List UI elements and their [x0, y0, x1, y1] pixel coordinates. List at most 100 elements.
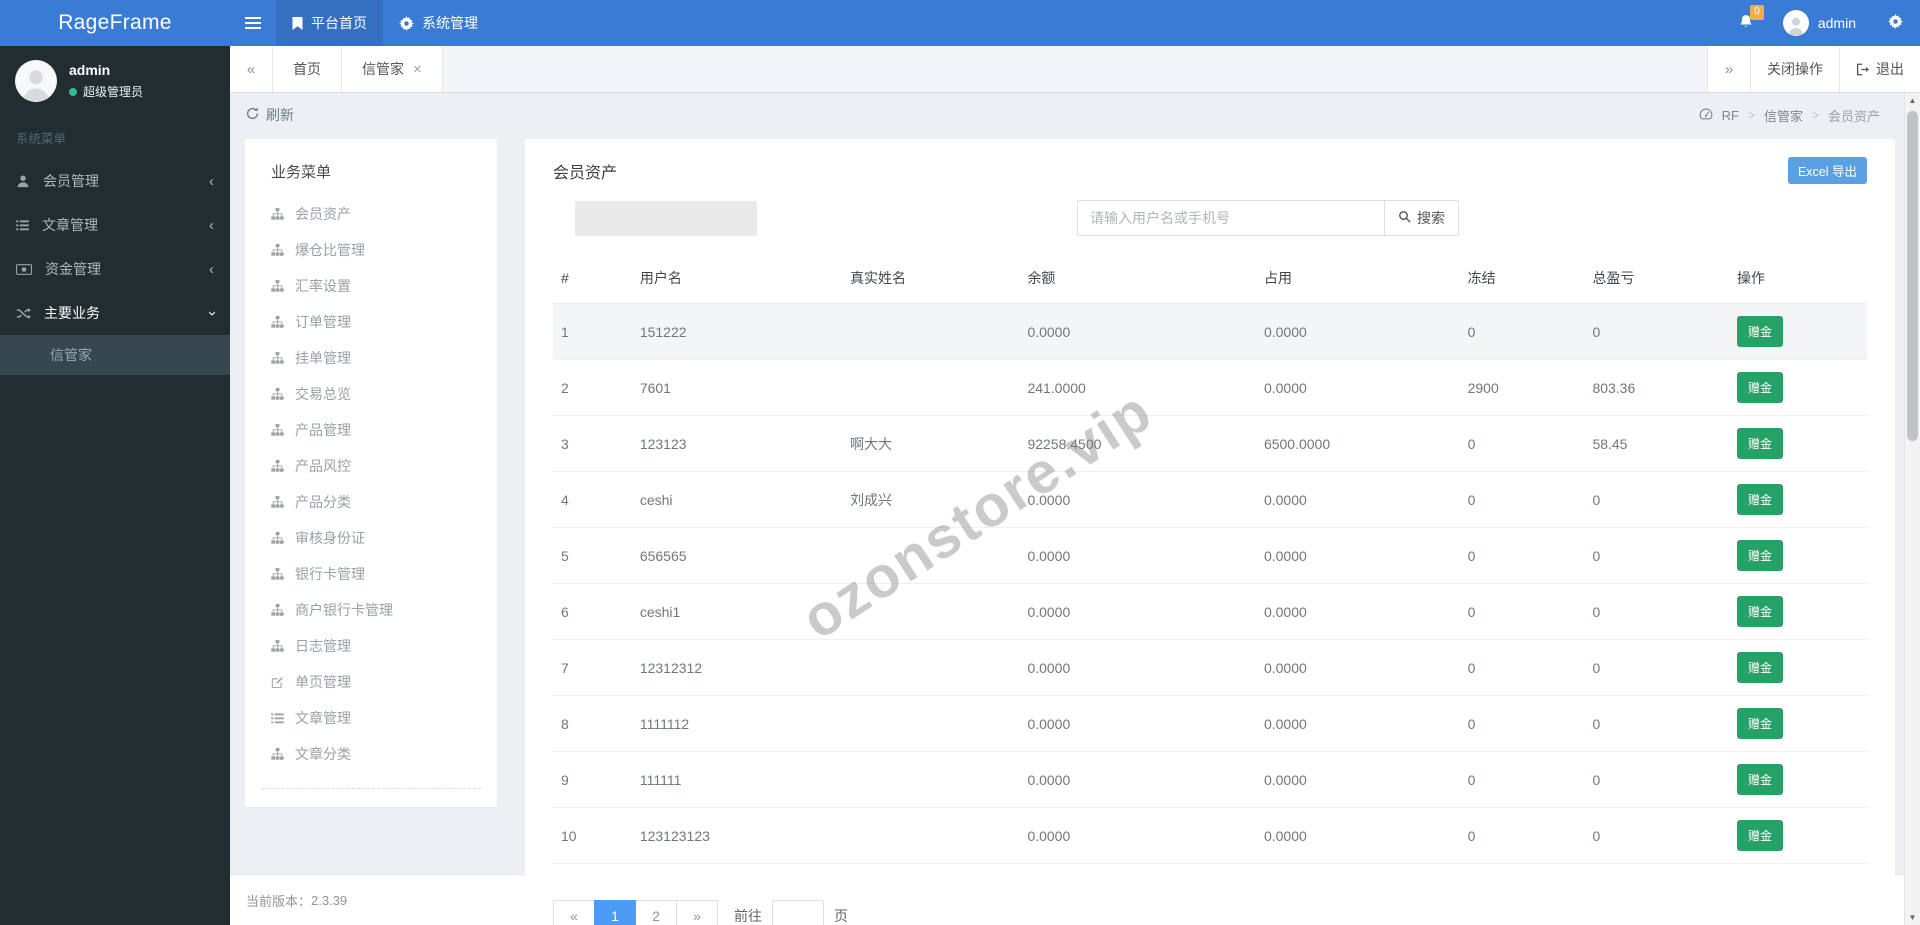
- submenu-item[interactable]: 产品管理: [245, 412, 497, 448]
- column-header: 余额: [1019, 258, 1256, 304]
- sidebar-toggle-button[interactable]: [230, 0, 276, 46]
- table-row: 3 123123 啊大大 92258.4500 6500.0000 0 58.45 赠金: [553, 415, 1867, 472]
- submenu-item[interactable]: 文章分类: [245, 736, 497, 772]
- next-page-button[interactable]: »: [676, 900, 718, 925]
- notifications-button[interactable]: 0: [1724, 0, 1768, 46]
- sidebar-subitem-xinguanjia[interactable]: 信管家: [0, 335, 230, 375]
- filter-input-disabled[interactable]: [575, 200, 757, 236]
- sidebar-item-members[interactable]: 会员管理 ‹: [0, 159, 230, 203]
- tab-home[interactable]: 首页: [273, 46, 342, 92]
- submenu-item[interactable]: 交易总览: [245, 376, 497, 412]
- sidebar-item-main-business[interactable]: 主要业务 ‹: [0, 291, 230, 335]
- table-cell: [842, 639, 1020, 696]
- table-cell: 7: [553, 639, 632, 696]
- table-cell: 0: [1459, 751, 1585, 808]
- table-cell: 0: [1584, 639, 1729, 696]
- table-cell: 241.0000: [1019, 359, 1256, 416]
- gift-button[interactable]: 赠金: [1736, 372, 1783, 403]
- submenu-item[interactable]: 产品分类: [245, 484, 497, 520]
- search-input[interactable]: [1077, 200, 1385, 236]
- table-cell: 6500.0000: [1255, 415, 1460, 472]
- tabs-scroll-right-button[interactable]: »: [1707, 46, 1750, 92]
- scroll-up-arrow-icon[interactable]: ▲: [1905, 93, 1920, 108]
- table-cell: 0.0000: [1255, 695, 1460, 752]
- gift-button[interactable]: 赠金: [1736, 316, 1783, 347]
- page-list: 12: [594, 900, 677, 925]
- table-cell: [842, 527, 1020, 584]
- table-row: 9 111111 0.0000 0.0000 0 0 赠金: [553, 751, 1867, 808]
- submenu-item-label: 银行卡管理: [295, 566, 365, 582]
- gift-button[interactable]: 赠金: [1736, 820, 1783, 851]
- user-role-label: 超级管理员: [83, 85, 144, 99]
- submenu-item[interactable]: 产品风控: [245, 448, 497, 484]
- close-tab-icon[interactable]: ×: [413, 61, 422, 78]
- submenu-item[interactable]: 银行卡管理: [245, 556, 497, 592]
- dashboard-icon: [1699, 107, 1713, 123]
- submenu-item[interactable]: 商户银行卡管理: [245, 592, 497, 628]
- tab-xinguanjia[interactable]: 信管家 ×: [342, 46, 443, 92]
- table-row: 7 12312312 0.0000 0.0000 0 0 赠金: [553, 639, 1867, 696]
- tabs-scroll-left-button[interactable]: «: [230, 46, 273, 92]
- dashed-divider: [261, 788, 481, 789]
- logout-button[interactable]: 退出: [1839, 46, 1920, 92]
- notification-badge: 0: [1750, 5, 1764, 20]
- breadcrumb-home[interactable]: RF: [1722, 108, 1739, 123]
- gift-button[interactable]: 赠金: [1736, 540, 1783, 571]
- prev-page-button[interactable]: «: [553, 900, 595, 925]
- submenu-item[interactable]: 文章管理: [245, 700, 497, 736]
- column-header: 冻结: [1459, 258, 1585, 304]
- search-button[interactable]: 搜索: [1385, 200, 1459, 236]
- gift-button[interactable]: 赠金: [1736, 484, 1783, 515]
- table-cell: 0.0000: [1255, 751, 1460, 808]
- excel-export-button[interactable]: Excel 导出: [1787, 157, 1867, 184]
- gift-button[interactable]: 赠金: [1736, 428, 1783, 459]
- breadcrumb-item[interactable]: 信管家: [1764, 106, 1803, 125]
- sitemap-icon: [271, 316, 284, 328]
- nav-item-system-admin[interactable]: 系统管理: [383, 0, 494, 46]
- table-cell: 3: [553, 415, 632, 472]
- table-cell: 9: [553, 751, 632, 808]
- table-cell: [842, 695, 1020, 752]
- search-icon: [1398, 210, 1411, 226]
- submenu-item[interactable]: 爆仓比管理: [245, 232, 497, 268]
- user-menu[interactable]: admin: [1768, 0, 1871, 46]
- submenu-item-label: 订单管理: [295, 314, 351, 330]
- sidebar-item-articles[interactable]: 文章管理 ‹: [0, 203, 230, 247]
- gift-button[interactable]: 赠金: [1736, 652, 1783, 683]
- gift-button[interactable]: 赠金: [1736, 596, 1783, 627]
- nav-item-platform-home[interactable]: 平台首页: [276, 0, 383, 46]
- submenu-item[interactable]: 订单管理: [245, 304, 497, 340]
- page-button-2[interactable]: 2: [635, 900, 677, 925]
- table-cell: 2900: [1459, 359, 1585, 416]
- list-icon: [271, 712, 284, 724]
- gift-button[interactable]: 赠金: [1736, 708, 1783, 739]
- tab-label: 信管家: [362, 61, 404, 77]
- goto-page-input[interactable]: [772, 900, 824, 925]
- scroll-down-arrow-icon[interactable]: ▼: [1905, 910, 1920, 925]
- submenu-item[interactable]: 单页管理: [245, 664, 497, 700]
- money-icon: [16, 263, 32, 275]
- submenu-item[interactable]: 会员资产: [245, 196, 497, 232]
- gift-button[interactable]: 赠金: [1736, 764, 1783, 795]
- table-cell: ceshi: [631, 471, 843, 528]
- settings-button[interactable]: [1871, 0, 1920, 46]
- submenu-item[interactable]: 汇率设置: [245, 268, 497, 304]
- scrollbar-thumb[interactable]: [1907, 111, 1918, 441]
- sidebar-item-funds[interactable]: 资金管理 ‹: [0, 247, 230, 291]
- submenu-item[interactable]: 日志管理: [245, 628, 497, 664]
- breadcrumb-separator: >: [1747, 108, 1755, 122]
- logout-icon: [1856, 63, 1869, 76]
- refresh-button[interactable]: 刷新: [246, 105, 294, 125]
- chevron-left-icon: ‹: [209, 260, 214, 278]
- sidebar-item-label: 文章管理: [42, 217, 98, 233]
- chevron-down-icon: ‹: [203, 310, 220, 316]
- close-operations-button[interactable]: 关闭操作: [1750, 46, 1839, 92]
- submenu-item-label: 审核身份证: [295, 530, 365, 546]
- submenu-item[interactable]: 挂单管理: [245, 340, 497, 376]
- table-cell: 7601: [631, 359, 843, 416]
- scrollbar[interactable]: ▲ ▼: [1904, 93, 1920, 925]
- sidebar-submenu: 信管家: [0, 335, 230, 375]
- page-button-1[interactable]: 1: [594, 900, 636, 925]
- submenu-item[interactable]: 审核身份证: [245, 520, 497, 556]
- brand-logo[interactable]: RageFrame: [0, 0, 230, 46]
